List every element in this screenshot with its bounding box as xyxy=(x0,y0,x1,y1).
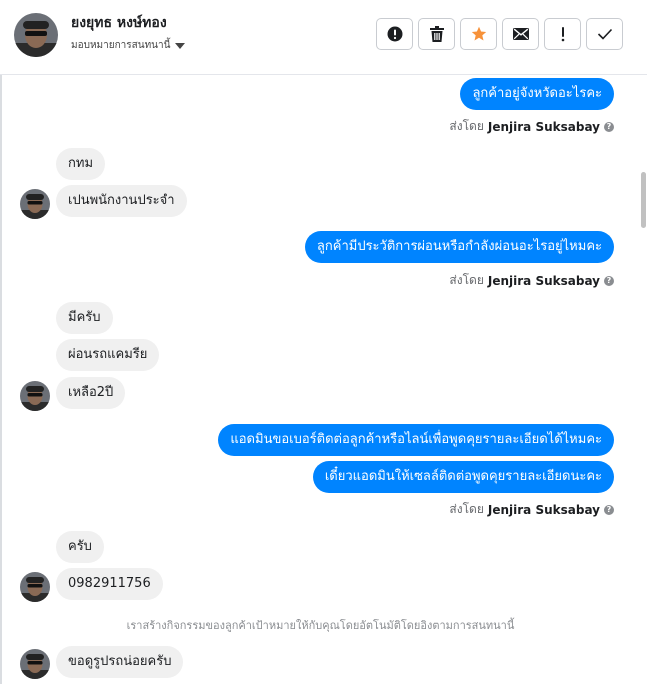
mail-icon xyxy=(512,28,529,40)
star-icon xyxy=(471,26,486,41)
system-note: เราสร้างกิจกรรมของลูกค้าเป้าหมายให้กับคุ… xyxy=(126,619,515,632)
outgoing-message[interactable]: ลูกค้ามีประวัติการผ่อนหรือกำลังผ่อนอะไรอ… xyxy=(304,231,614,263)
sent-by-prefix: ส่งโดย xyxy=(449,119,484,133)
sent-by-agent: Jenjira Suksabay xyxy=(487,119,600,134)
outgoing-message[interactable]: เดี๋ยวแอดมินให้เซลล์ติดต่อพูดคุยรายละเอี… xyxy=(312,461,614,493)
sent-by-prefix: ส่งโดย xyxy=(449,273,484,287)
contact-avatar-small[interactable] xyxy=(20,381,50,411)
incoming-message[interactable]: มีครับ xyxy=(56,302,113,334)
incoming-message[interactable]: ผ่อนรถแคมรีย xyxy=(56,339,160,371)
mark-unread-button[interactable] xyxy=(502,18,539,50)
sent-by-agent: Jenjira Suksabay xyxy=(487,273,600,288)
mark-spam-button[interactable] xyxy=(376,18,413,50)
contact-avatar-small[interactable] xyxy=(20,572,50,602)
contact-avatar-small[interactable] xyxy=(20,649,50,679)
incoming-message[interactable]: เหลือ2ปี xyxy=(56,377,126,409)
outgoing-message[interactable]: แอดมินขอเบอร์ติดต่อลูกค้าหรือไลน์เพื่อพู… xyxy=(218,424,614,456)
outgoing-message[interactable]: ลูกค้าอยู่จังหวัดอะไรคะ xyxy=(460,78,614,110)
incoming-message[interactable]: กทม xyxy=(56,148,106,180)
assign-conversation-dropdown[interactable]: มอบหมายการสนทนานี้ xyxy=(71,38,186,53)
contact-name: ยงยุทธ หงษ์ทอง xyxy=(71,15,167,31)
incoming-message[interactable]: ขอดูรูปรถน่อยครับ xyxy=(56,646,184,678)
contact-avatar[interactable] xyxy=(14,13,58,57)
contact-avatar-small[interactable] xyxy=(20,189,50,219)
star-shape xyxy=(471,26,486,41)
assign-label: มอบหมายการสนทนานี้ xyxy=(71,40,171,51)
help-icon[interactable]: ? xyxy=(604,275,614,286)
caret-down-icon xyxy=(175,42,186,49)
conversation-header: ยงยุทธ หงษ์ทอง มอบหมายการสนทนานี้ xyxy=(0,0,647,75)
sent-by-label: ส่งโดย Jenjira Suksabay ? xyxy=(449,117,614,136)
mark-done-button[interactable] xyxy=(586,18,623,50)
sent-by-label: ส่งโดย Jenjira Suksabay ? xyxy=(449,500,614,519)
sent-by-agent: Jenjira Suksabay xyxy=(487,502,600,517)
scrollbar-thumb[interactable] xyxy=(641,172,646,228)
delete-button[interactable] xyxy=(418,18,455,50)
incoming-message[interactable]: ครับ xyxy=(56,531,104,563)
check-icon xyxy=(597,28,612,40)
star-button[interactable] xyxy=(460,18,497,50)
incoming-message[interactable]: 0982911756 xyxy=(56,568,163,600)
incoming-message[interactable]: เปนพนักงานประจำ xyxy=(56,185,187,217)
help-icon[interactable]: ? xyxy=(604,121,614,132)
trash-icon xyxy=(429,26,444,42)
sent-by-prefix: ส่งโดย xyxy=(449,502,484,516)
alert-circle-icon xyxy=(387,26,402,42)
follow-up-button[interactable] xyxy=(544,18,581,50)
exclamation-icon xyxy=(561,27,564,42)
help-icon[interactable]: ? xyxy=(604,504,614,515)
conversation-toolbar xyxy=(376,18,623,50)
sent-by-label: ส่งโดย Jenjira Suksabay ? xyxy=(449,271,614,290)
